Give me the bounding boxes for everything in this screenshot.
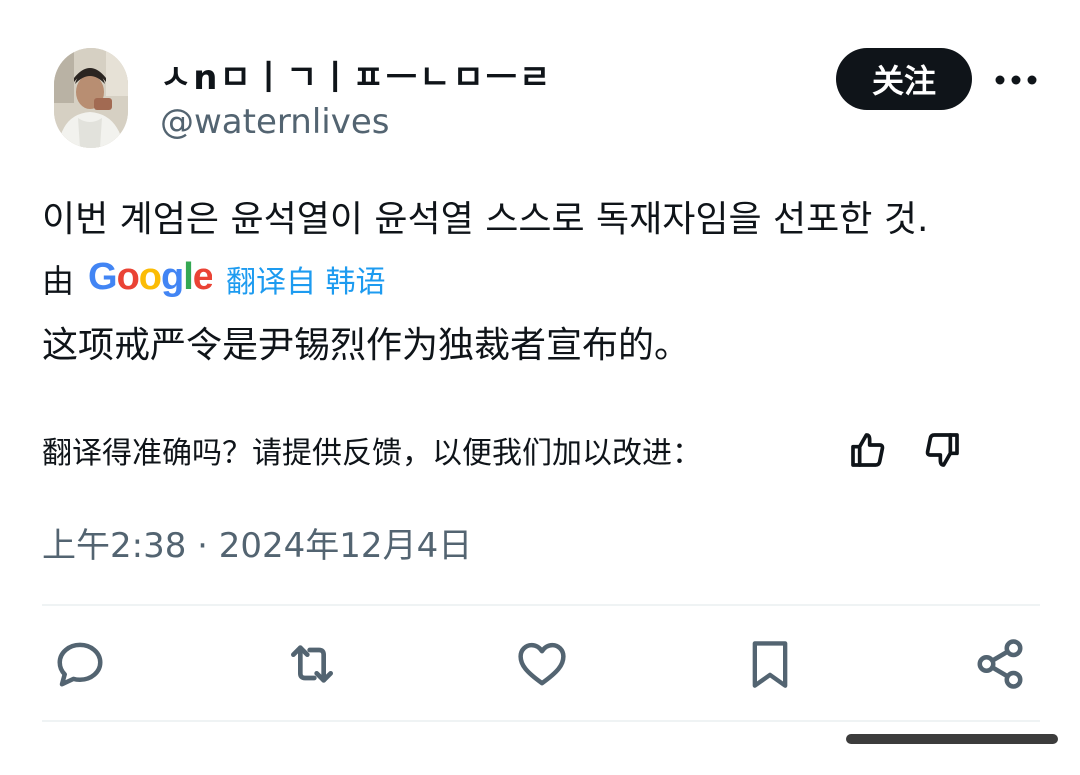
thumbs-down-icon[interactable] [916, 424, 968, 476]
display-name[interactable]: ㅅnㅁㅣㄱㅣㅍㅡㄴㅁㅡㄹ [160, 50, 552, 99]
share-icon[interactable] [970, 634, 1030, 694]
divider [42, 720, 1040, 722]
retweet-icon[interactable] [282, 634, 342, 694]
translation-attribution: 由 Google 翻译自 韩语 [42, 254, 386, 304]
bookmark-icon[interactable] [740, 634, 800, 694]
svg-text:Google: Google [88, 256, 212, 298]
user-handle[interactable]: @waternlives [160, 102, 389, 142]
home-indicator [846, 734, 1058, 744]
reply-icon[interactable] [50, 634, 110, 694]
more-horizontal-icon[interactable] [992, 66, 1040, 94]
divider [42, 604, 1040, 606]
translated-text: 这项戒严令是尹锡烈作为独裁者宣布的。 [42, 325, 691, 366]
heart-icon[interactable] [512, 634, 572, 694]
translated-from-link[interactable]: 翻译自 韩语 [226, 257, 386, 301]
tweet-text: 이번 계엄은 윤석열이 윤석열 스스로 독재자임을 선포한 것. [42, 199, 929, 240]
avatar[interactable] [54, 48, 128, 148]
feedback-prompt: 翻译得准确吗？请提供反馈，以便我们加以改进： [42, 436, 702, 471]
google-logo: Google [88, 255, 214, 303]
follow-button[interactable]: 关注 [836, 48, 972, 110]
translated-by-label: 由 [42, 262, 75, 300]
translation-feedback: 翻译得准确吗？请提供反馈，以便我们加以改进： [42, 424, 702, 476]
thumbs-up-icon[interactable] [842, 424, 894, 476]
tweet-timestamp[interactable]: 上午2:38 · 2024年12月4日 [42, 518, 472, 567]
